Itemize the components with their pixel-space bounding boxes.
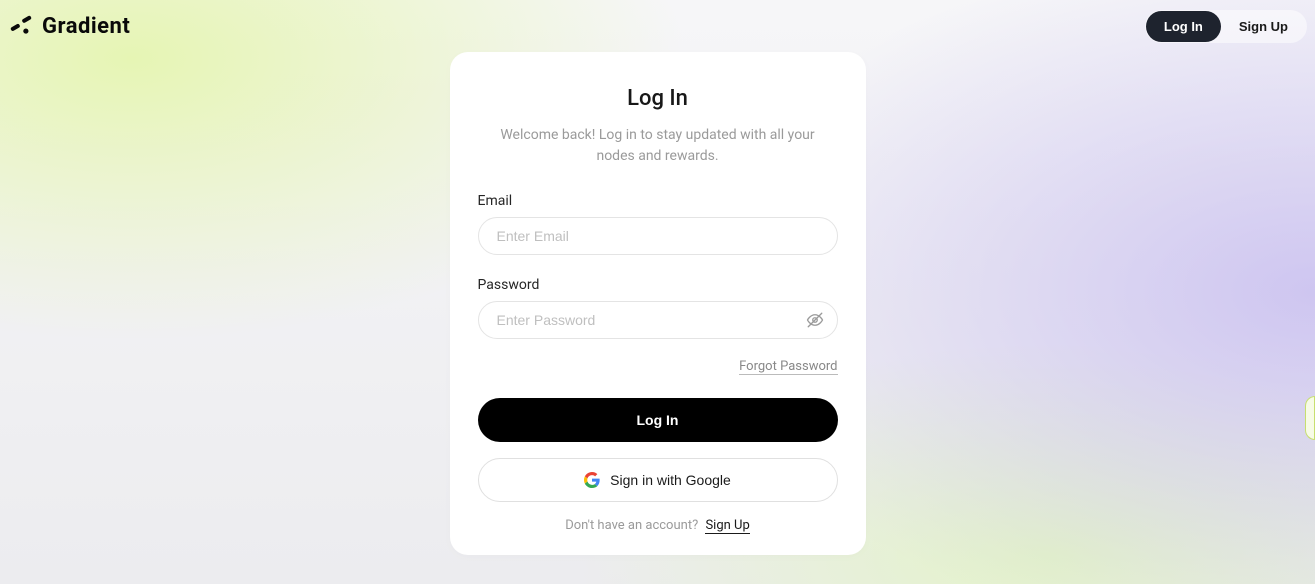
google-signin-label: Sign in with Google <box>610 472 731 488</box>
forgot-password-row: Forgot Password <box>478 355 838 374</box>
login-card: Log In Welcome back! Log in to stay upda… <box>450 52 866 555</box>
card-title: Log In <box>478 86 838 111</box>
google-icon <box>584 472 600 488</box>
login-submit-button[interactable]: Log In <box>478 398 838 442</box>
password-label: Password <box>478 277 838 293</box>
email-label: Email <box>478 193 838 209</box>
password-form-group: Password <box>478 277 838 339</box>
signup-prompt-text: Don't have an account? <box>565 518 698 533</box>
signup-prompt-row: Don't have an account? Sign Up <box>478 518 838 533</box>
gradient-logo-icon <box>8 14 34 40</box>
header-signup-button[interactable]: Sign Up <box>1221 11 1306 42</box>
eye-slash-icon[interactable] <box>806 311 824 329</box>
google-signin-button[interactable]: Sign in with Google <box>478 458 838 502</box>
brand-name: Gradient <box>42 14 130 39</box>
card-subtitle: Welcome back! Log in to stay updated wit… <box>478 125 838 167</box>
brand-logo[interactable]: Gradient <box>8 14 130 40</box>
password-field[interactable] <box>478 301 838 339</box>
email-field[interactable] <box>478 217 838 255</box>
signup-link[interactable]: Sign Up <box>705 518 749 534</box>
auth-toggle: Log In Sign Up <box>1145 10 1307 43</box>
header-login-button[interactable]: Log In <box>1146 11 1221 42</box>
email-form-group: Email <box>478 193 838 255</box>
forgot-password-link[interactable]: Forgot Password <box>739 359 837 375</box>
top-header: Gradient Log In Sign Up <box>0 10 1315 43</box>
side-widget-tab[interactable] <box>1305 396 1315 440</box>
